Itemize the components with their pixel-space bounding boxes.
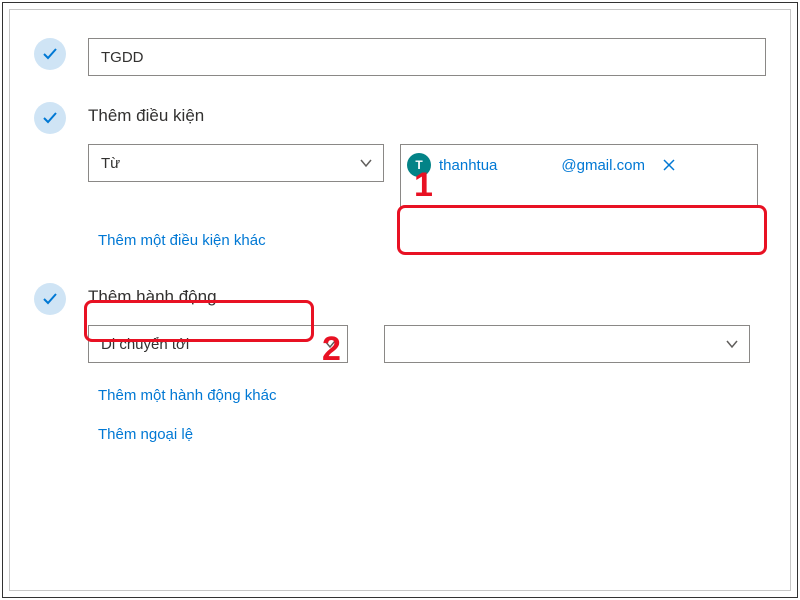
- check-icon: [34, 102, 66, 134]
- chevron-down-icon: [323, 337, 337, 351]
- dropdown-label: Di chuyển tới: [101, 336, 189, 353]
- action-target-dropdown[interactable]: [384, 325, 750, 363]
- chevron-down-icon: [359, 156, 373, 170]
- rule-name-input[interactable]: [88, 38, 766, 76]
- conditions-title: Thêm điều kiện: [88, 106, 766, 126]
- chevron-down-icon: [725, 337, 739, 351]
- email-domain: @gmail.com: [561, 157, 645, 174]
- add-exception-button[interactable]: Thêm ngoại lệ: [88, 418, 766, 451]
- check-icon: [34, 283, 66, 315]
- email-chip[interactable]: T thanhtua @gmail.com: [407, 151, 677, 179]
- condition-type-dropdown[interactable]: Từ: [88, 144, 384, 182]
- add-action-button[interactable]: Thêm một hành động khác: [88, 379, 286, 412]
- check-icon: [34, 38, 66, 70]
- condition-value-input[interactable]: T thanhtua @gmail.com: [400, 144, 758, 208]
- add-condition-button[interactable]: Thêm một điều kiện khác: [88, 224, 276, 257]
- actions-section: Thêm hành động Di chuyển tới Thêm một hà…: [34, 283, 766, 451]
- action-type-dropdown[interactable]: Di chuyển tới: [88, 325, 348, 363]
- conditions-section: Thêm điều kiện Từ T thanhtua @gmail.com: [34, 102, 766, 257]
- dropdown-label: Từ: [101, 155, 120, 172]
- close-icon[interactable]: [661, 157, 677, 173]
- avatar: T: [407, 153, 431, 177]
- rule-name-section: [34, 38, 766, 76]
- email-username: thanhtua: [439, 157, 497, 174]
- actions-title: Thêm hành động: [88, 287, 766, 307]
